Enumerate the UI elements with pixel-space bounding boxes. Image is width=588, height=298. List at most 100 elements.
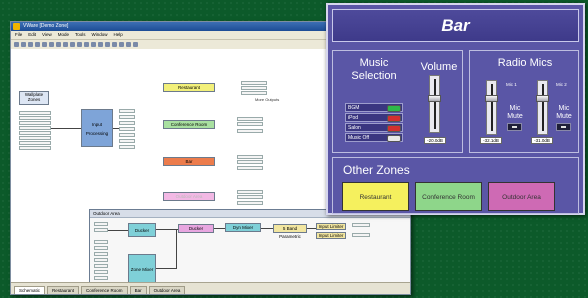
menu-help[interactable]: Help <box>114 31 123 39</box>
fader-slot <box>434 79 436 129</box>
mic2-fader[interactable] <box>536 80 549 135</box>
tab-bar[interactable]: Bar <box>129 286 147 294</box>
fader-knob[interactable] <box>428 95 441 102</box>
zone-output-port <box>237 117 263 121</box>
text-icon[interactable] <box>98 42 103 47</box>
sub-input-port <box>94 264 108 268</box>
zone-bar-block[interactable]: Bar <box>163 157 215 166</box>
output-port <box>119 121 135 125</box>
led-indicator <box>387 115 401 122</box>
zone-output-port <box>241 91 267 95</box>
dyn-mixer-block[interactable]: Dyn Mixer <box>225 223 261 232</box>
zoom-icon[interactable] <box>77 42 82 47</box>
source-salon[interactable]: Salon <box>345 123 403 132</box>
zone-conference-room-button[interactable]: Conference Room <box>415 182 482 211</box>
wire <box>214 228 225 229</box>
input-port <box>19 121 51 125</box>
wire <box>113 128 119 129</box>
menu-window[interactable]: Window <box>92 31 108 39</box>
panel-title: Bar <box>441 16 470 35</box>
sub-input-port <box>94 252 108 256</box>
fader-slot <box>542 84 544 131</box>
menu-file[interactable]: File <box>15 31 22 39</box>
wire <box>51 128 81 129</box>
wire <box>156 268 176 269</box>
zone-output-port <box>237 201 263 205</box>
copy-icon[interactable] <box>49 42 54 47</box>
zone-output-port <box>237 122 263 126</box>
wire <box>261 228 273 229</box>
tab-restaurant[interactable]: Restaurant <box>47 286 80 294</box>
tab-outdoor-area[interactable]: Outdoor Area <box>148 286 186 294</box>
print-icon[interactable] <box>35 42 40 47</box>
zone-output-port <box>237 160 263 164</box>
menu-view[interactable]: View <box>42 31 52 39</box>
zone-output-port <box>237 190 263 194</box>
output-port <box>119 115 135 119</box>
mic1-value[interactable]: -32.1dB <box>480 137 502 144</box>
save-icon[interactable] <box>28 42 33 47</box>
mic1-fader[interactable] <box>485 80 498 135</box>
mic2-mute-button[interactable] <box>556 123 571 131</box>
led-indicator <box>387 135 401 142</box>
menu-tools[interactable]: Tools <box>75 31 86 39</box>
source-music-off[interactable]: Music Off <box>345 133 403 142</box>
sub-input-port <box>94 276 108 280</box>
volume-fader[interactable] <box>428 75 441 133</box>
mic1-mute-button[interactable] <box>507 123 522 131</box>
open-icon[interactable] <box>21 42 26 47</box>
connect-icon[interactable] <box>126 42 131 47</box>
run-icon[interactable] <box>133 42 138 47</box>
fader-knob[interactable] <box>485 95 498 102</box>
align-icon[interactable] <box>105 42 110 47</box>
cut-icon[interactable] <box>42 42 47 47</box>
wire-icon[interactable] <box>91 42 96 47</box>
mic2-mute-label: Mic Mute <box>556 105 572 120</box>
zone-conference-block[interactable]: Conference Room <box>163 120 215 129</box>
volume-heading: Volume <box>420 61 458 73</box>
input-limiter-block[interactable]: Input Limiter <box>316 232 346 239</box>
ducker-block[interactable]: Ducker <box>178 224 214 233</box>
zone-output-port <box>237 195 263 199</box>
zone-restaurant-block[interactable]: Restaurant <box>163 83 215 92</box>
zone-outdoor-area-button[interactable]: Outdoor Area <box>488 182 555 211</box>
grid-icon[interactable] <box>112 42 117 47</box>
input-limiter-block[interactable]: Input Limiter <box>316 223 346 230</box>
pointer-icon[interactable] <box>84 42 89 47</box>
paste-icon[interactable] <box>56 42 61 47</box>
source-ipod[interactable]: iPod <box>345 113 403 122</box>
radio-mics-heading: Radio Mics <box>497 57 553 69</box>
mic2-value[interactable]: -31.0dB <box>531 137 553 144</box>
zone-mixer-block[interactable]: Zone Mixer <box>128 254 156 284</box>
undo-icon[interactable] <box>63 42 68 47</box>
wallplate-block[interactable]: Wallplate Zones <box>19 91 49 105</box>
compile-icon[interactable] <box>119 42 124 47</box>
menu-edit[interactable]: Edit <box>28 31 36 39</box>
app-icon <box>13 23 20 30</box>
ducker-block[interactable]: Ducker <box>128 223 156 237</box>
zone-outdoor-block[interactable]: Outdoor Area <box>163 192 215 201</box>
tab-conference-room[interactable]: Conference Room <box>81 286 128 294</box>
tab-bar: Schematic Restaurant Conference Room Bar… <box>11 282 410 294</box>
source-bgm[interactable]: BGM <box>345 103 403 112</box>
other-zones-heading: Other Zones <box>343 163 410 177</box>
menu-mode[interactable]: Mode <box>58 31 69 39</box>
led-indicator <box>387 125 401 132</box>
fader-knob[interactable] <box>536 95 549 102</box>
led-indicator <box>387 105 401 112</box>
redo-icon[interactable] <box>70 42 75 47</box>
output-port <box>119 109 135 113</box>
mic1-label: Mic 1 <box>506 82 517 87</box>
input-port <box>19 116 51 120</box>
tab-schematic[interactable]: Schematic <box>14 286 46 294</box>
input-processing-block[interactable]: Input Processing <box>81 109 113 147</box>
zone-restaurant-button[interactable]: Restaurant <box>342 182 409 211</box>
input-port <box>19 136 51 140</box>
sub-input-port <box>94 246 108 250</box>
output-port <box>119 133 135 137</box>
parametric-eq-block[interactable]: 5 Band Parametric <box>273 224 307 239</box>
wire <box>176 230 177 269</box>
new-icon[interactable] <box>14 42 19 47</box>
volume-value[interactable]: -20.0dB <box>424 137 446 144</box>
sub-input-port <box>94 270 108 274</box>
